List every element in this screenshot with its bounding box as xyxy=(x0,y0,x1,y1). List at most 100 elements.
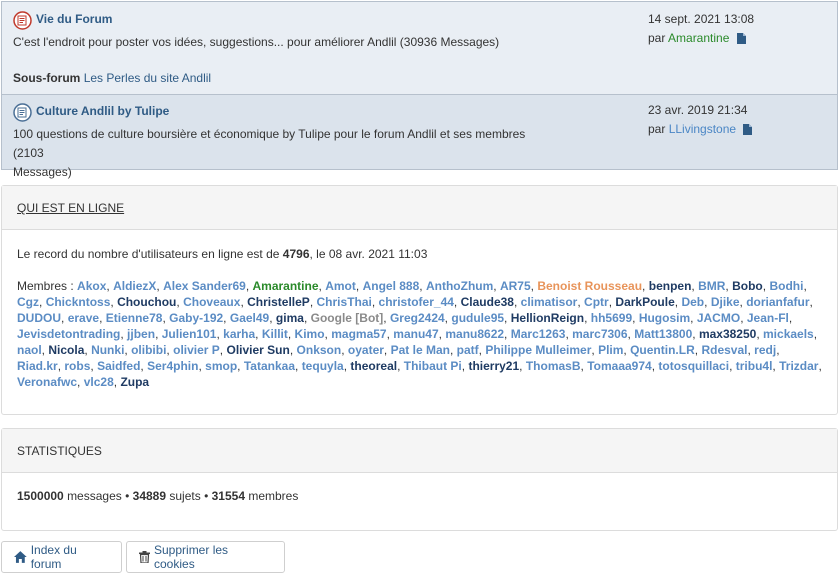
subforum-link[interactable]: Les Perles du site Andlil xyxy=(84,71,211,85)
stats-panel-header: STATISTIQUES xyxy=(2,429,837,473)
member-link[interactable]: Cgz xyxy=(17,295,39,309)
member-link[interactable]: AR75 xyxy=(500,279,531,293)
member-link[interactable]: Veronafwc xyxy=(17,375,77,389)
member-link[interactable]: Deb xyxy=(681,295,704,309)
member-link[interactable]: magma57 xyxy=(331,327,386,341)
member-link[interactable]: DarkPoule xyxy=(615,295,674,309)
member-link[interactable]: Riad.kr xyxy=(17,359,58,373)
member-link[interactable]: Chouchou xyxy=(117,295,176,309)
member-link[interactable]: Etienne78 xyxy=(106,311,163,325)
goto-post-icon[interactable] xyxy=(736,33,746,44)
member-link[interactable]: mickaels xyxy=(763,327,814,341)
member-link[interactable]: DUDOU xyxy=(17,311,61,325)
member-link[interactable]: gima xyxy=(276,311,304,325)
member-link[interactable]: olibibi xyxy=(131,343,166,357)
member-link[interactable]: Plim xyxy=(598,343,623,357)
member-link[interactable]: olivier P xyxy=(173,343,220,357)
member-link[interactable]: Saidfed xyxy=(97,359,140,373)
member-link[interactable]: Quentin.LR xyxy=(630,343,695,357)
member-link[interactable]: JACMO xyxy=(697,311,740,325)
member-link[interactable]: Benoist Rousseau xyxy=(537,279,642,293)
goto-post-icon[interactable] xyxy=(743,124,753,135)
member-link[interactable]: Claude38 xyxy=(461,295,514,309)
member-link[interactable]: Ser4phin xyxy=(147,359,198,373)
forum-title-link[interactable]: Culture Andlil by Tulipe xyxy=(36,104,169,118)
member-link[interactable]: Jevisdetontrading xyxy=(17,327,120,341)
member-link[interactable]: Akox xyxy=(77,279,106,293)
member-link[interactable]: Julien101 xyxy=(162,327,217,341)
member-link[interactable]: oyater xyxy=(348,343,384,357)
last-post-user-link[interactable]: LLivingstone xyxy=(669,122,736,136)
member-link[interactable]: thierry21 xyxy=(468,359,519,373)
member-link[interactable]: Amarantine xyxy=(253,279,319,293)
member-link[interactable]: naol xyxy=(17,343,42,357)
member-link[interactable]: karha xyxy=(223,327,255,341)
member-link[interactable]: Thibaut Pi xyxy=(404,359,462,373)
member-link[interactable]: Zupa xyxy=(120,375,149,389)
member-link[interactable]: Bodhi xyxy=(769,279,803,293)
member-link[interactable]: Trizdar xyxy=(779,359,818,373)
member-link[interactable]: Tomaaa974 xyxy=(587,359,651,373)
member-link[interactable]: hh5699 xyxy=(591,311,632,325)
member-link[interactable]: Google [Bot] xyxy=(311,311,384,325)
member-link[interactable]: vlc28 xyxy=(84,375,114,389)
member-link[interactable]: Angel 888 xyxy=(363,279,420,293)
member-link[interactable]: Tatankaa xyxy=(244,359,295,373)
member-link[interactable]: AldiezX xyxy=(113,279,156,293)
member-link[interactable]: gudule95 xyxy=(451,311,504,325)
member-link[interactable]: Marc1263 xyxy=(511,327,566,341)
member-link[interactable]: redj xyxy=(754,343,776,357)
forum-index-button[interactable]: Index du forum xyxy=(1,541,122,573)
member-link[interactable]: Philippe Mulleimer xyxy=(485,343,591,357)
member-link[interactable]: Killit xyxy=(262,327,288,341)
member-link[interactable]: manu47 xyxy=(393,327,438,341)
member-link[interactable]: Greg2424 xyxy=(390,311,445,325)
member-link[interactable]: totosquillaci xyxy=(658,359,729,373)
member-link[interactable]: patf xyxy=(457,343,479,357)
member-link[interactable]: AnthoZhum xyxy=(426,279,493,293)
member-link[interactable]: ChristelleP xyxy=(247,295,310,309)
member-link[interactable]: Olivier Sun xyxy=(226,343,289,357)
member-link[interactable]: Nicola xyxy=(48,343,84,357)
member-link[interactable]: dorianfafur xyxy=(746,295,809,309)
member-link[interactable]: Choveaux xyxy=(183,295,240,309)
member-link[interactable]: Jean-Fl xyxy=(747,311,789,325)
member-link[interactable]: Kimo xyxy=(295,327,325,341)
member-link[interactable]: ThomasB xyxy=(526,359,581,373)
member-link[interactable]: Cptr xyxy=(584,295,609,309)
member-link[interactable]: Bobo xyxy=(732,279,763,293)
member-link[interactable]: robs xyxy=(64,359,90,373)
member-link[interactable]: manu8622 xyxy=(445,327,504,341)
delete-cookies-button[interactable]: Supprimer les cookies xyxy=(126,541,285,573)
member-link[interactable]: erave xyxy=(68,311,99,325)
member-link[interactable]: christofer_44 xyxy=(379,295,454,309)
member-link[interactable]: smop xyxy=(205,359,237,373)
forum-row: Vie du Forum C'est l'endroit pour poster… xyxy=(2,2,837,95)
member-link[interactable]: Hugosim xyxy=(639,311,690,325)
member-link[interactable]: Pat le Man xyxy=(391,343,450,357)
member-link[interactable]: Rdesval xyxy=(701,343,747,357)
online-heading-link[interactable]: QUI EST EN LIGNE xyxy=(17,201,124,215)
member-link[interactable]: max38250 xyxy=(699,327,756,341)
member-link[interactable]: ChrisThai xyxy=(317,295,372,309)
member-link[interactable]: HellionReign xyxy=(511,311,584,325)
last-post-user-link[interactable]: Amarantine xyxy=(668,31,729,45)
member-link[interactable]: Chickntoss xyxy=(46,295,111,309)
member-link[interactable]: theoreal xyxy=(350,359,397,373)
member-link[interactable]: climatisor xyxy=(521,295,578,309)
member-link[interactable]: jjben xyxy=(127,327,155,341)
forum-title-link[interactable]: Vie du Forum xyxy=(36,12,112,26)
member-link[interactable]: tequyla xyxy=(302,359,344,373)
member-link[interactable]: Onkson xyxy=(297,343,342,357)
member-link[interactable]: BMR xyxy=(698,279,725,293)
member-link[interactable]: benpen xyxy=(649,279,692,293)
member-link[interactable]: Gael49 xyxy=(230,311,269,325)
member-link[interactable]: Djike xyxy=(711,295,740,309)
member-link[interactable]: Matt13800 xyxy=(634,327,692,341)
member-link[interactable]: Gaby-192 xyxy=(169,311,223,325)
member-link[interactable]: Nunki xyxy=(91,343,124,357)
member-link[interactable]: Alex Sander69 xyxy=(163,279,246,293)
member-link[interactable]: tribu4l xyxy=(736,359,773,373)
member-link[interactable]: Amot xyxy=(325,279,356,293)
member-link[interactable]: marc7306 xyxy=(572,327,627,341)
